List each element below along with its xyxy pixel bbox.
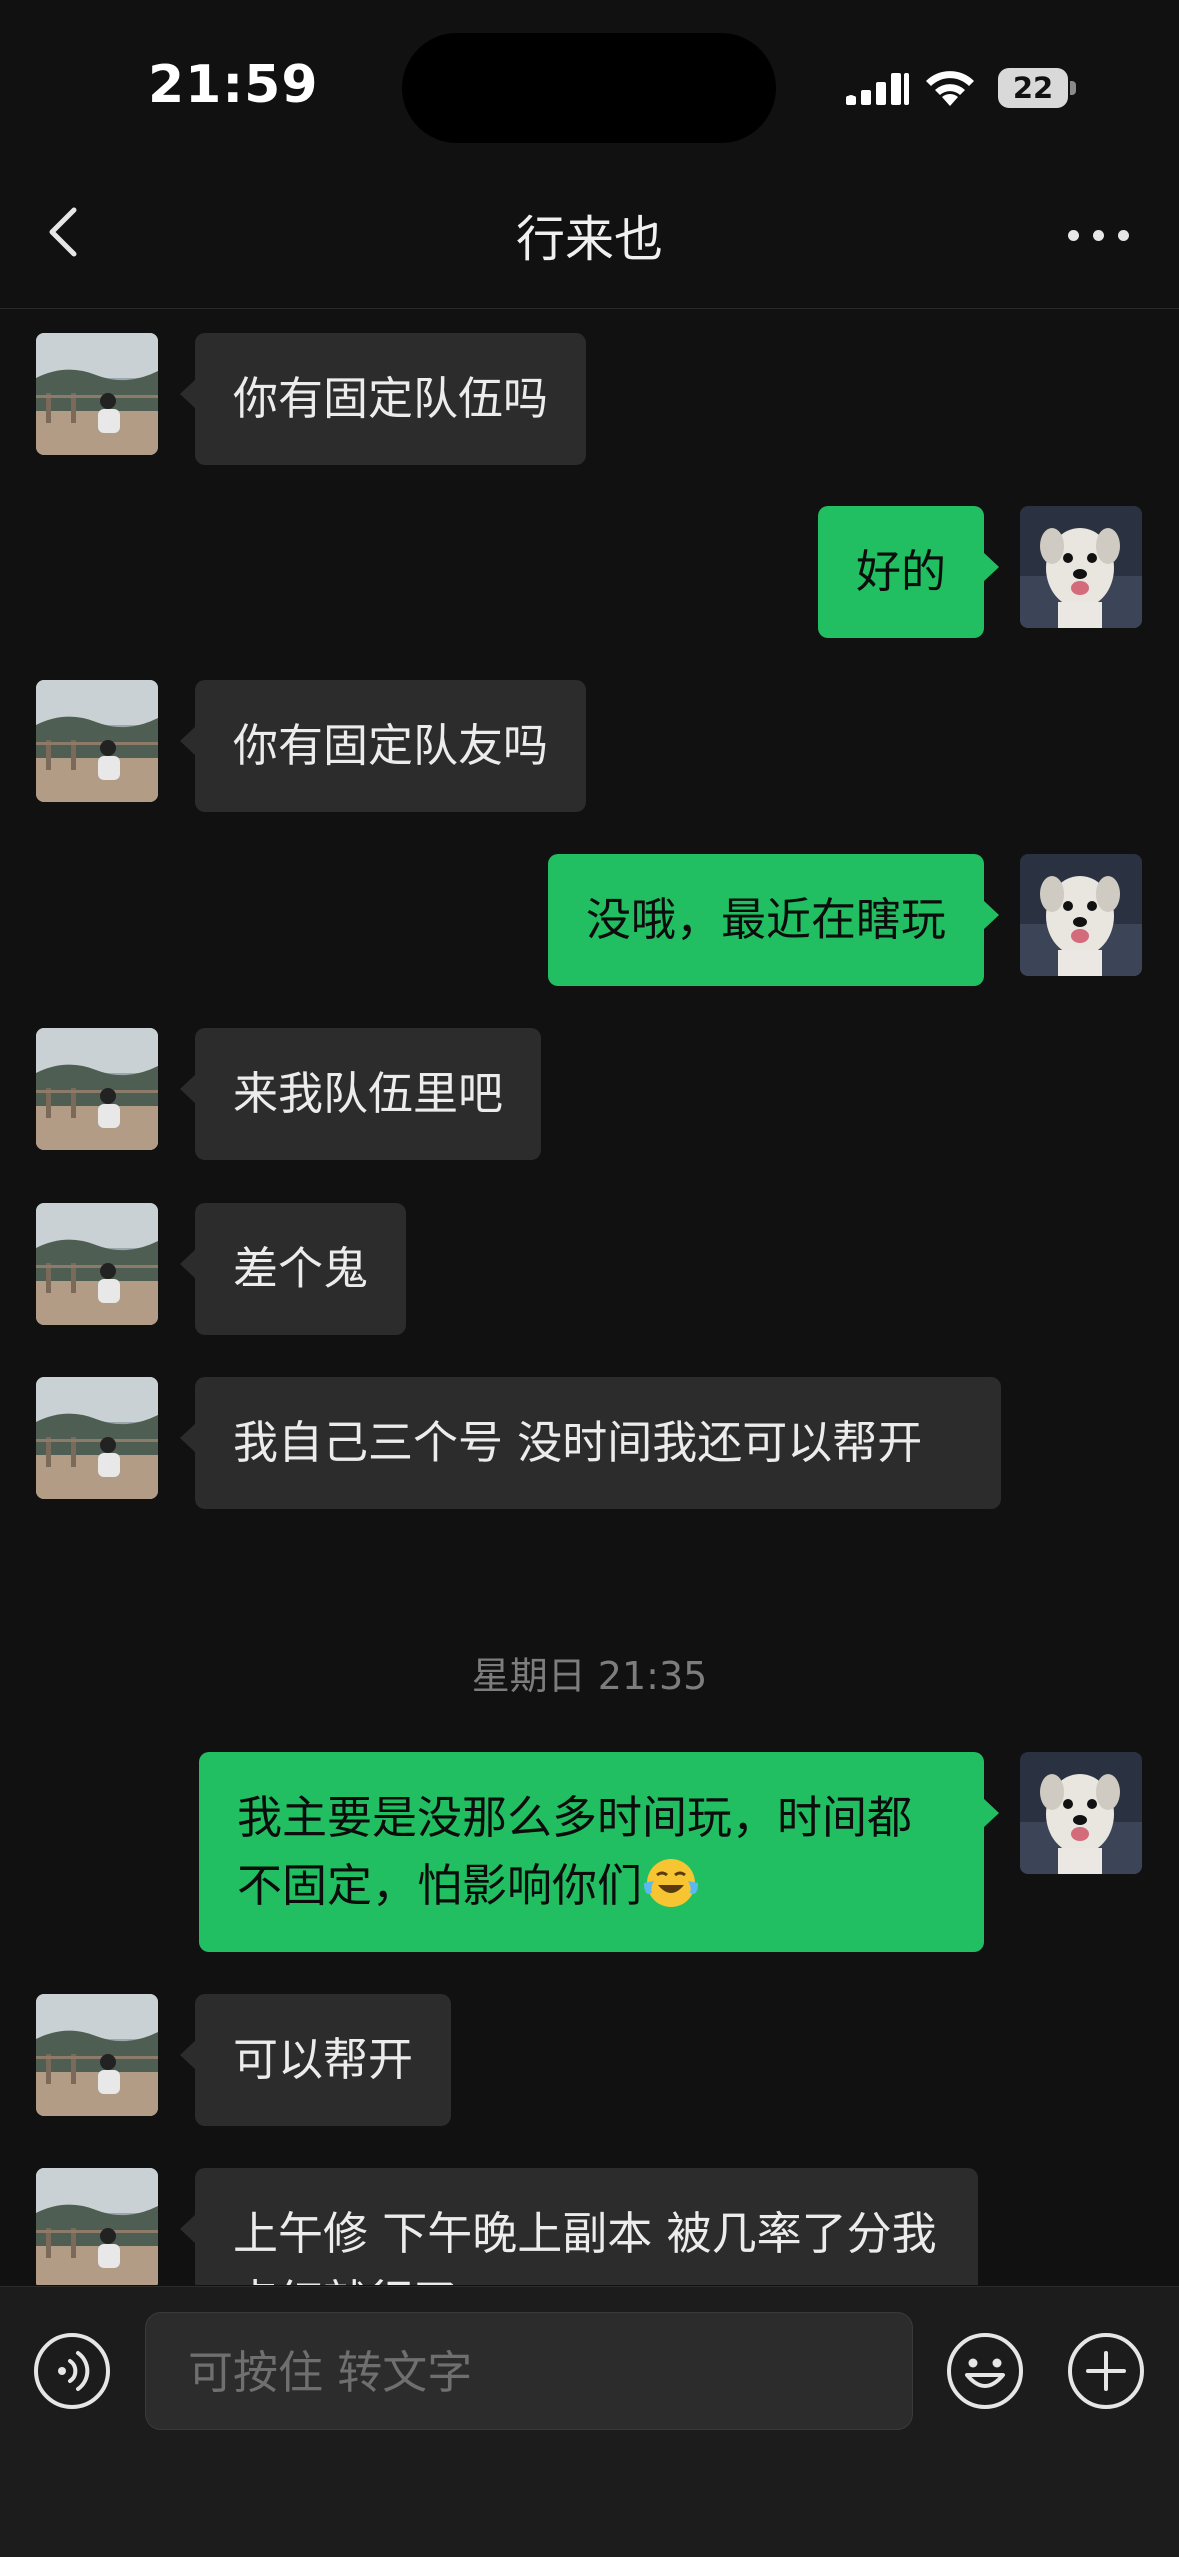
contact-avatar[interactable]	[36, 2168, 158, 2285]
timestamp-divider: 星期日 21:35	[471, 1654, 708, 1698]
message-text: 我主要是没那么多时间玩，时间都不固定，怕影响你们	[237, 1791, 913, 1912]
laughing-crying-emoji-icon	[644, 1859, 699, 1907]
message-bubble[interactable]: 好的	[817, 506, 1000, 638]
contact-avatar[interactable]	[36, 1994, 158, 2116]
message-bubble[interactable]: 上午修 下午晚上副本 被几率了分我点红就行了	[180, 2168, 978, 2285]
input-bar	[0, 2286, 1179, 2557]
message-bubble[interactable]: 来我队伍里吧	[179, 1028, 542, 1160]
contact-avatar[interactable]	[36, 1203, 158, 1325]
dynamic-island	[402, 33, 776, 143]
status-time: 21:59	[148, 55, 319, 115]
message-input-field[interactable]	[145, 2312, 913, 2431]
message-bubble[interactable]: 我自己三个号 没时间我还可以帮开	[180, 1377, 1001, 1509]
battery-nub	[1070, 81, 1076, 95]
emoji-icon[interactable]	[945, 2331, 1025, 2411]
chat-header: 行来也	[0, 170, 1179, 309]
wifi-icon	[926, 71, 974, 106]
contact-avatar[interactable]	[36, 333, 158, 455]
contact-avatar[interactable]	[36, 680, 158, 802]
message-bubble[interactable]: 我主要是没那么多时间玩，时间都不固定，怕影响你们	[199, 1752, 999, 1952]
message-input[interactable]	[186, 2313, 890, 2431]
message-bubble[interactable]: 可以帮开	[179, 1994, 452, 2126]
my-avatar[interactable]	[1020, 506, 1142, 628]
chat-title: 行来也	[515, 211, 663, 268]
message-bubble[interactable]: 你有固定队友吗	[179, 680, 587, 812]
message-list[interactable]: 你有固定队伍吗 好的 你有固定队友吗 没哦，最近在瞎玩 来我队伍里吧 差个鬼 我…	[0, 309, 1179, 2285]
cellular-signal-icon	[846, 73, 909, 105]
more-dot	[1093, 230, 1104, 241]
more-dot	[1068, 230, 1079, 241]
more-dot	[1118, 230, 1129, 241]
message-bubble[interactable]: 没哦，最近在瞎玩	[547, 854, 1000, 986]
battery-icon: 22	[998, 68, 1076, 108]
message-bubble[interactable]: 差个鬼	[179, 1203, 407, 1335]
contact-avatar[interactable]	[36, 1028, 158, 1150]
battery-level: 22	[1012, 71, 1054, 105]
contact-avatar[interactable]	[36, 1377, 158, 1499]
voice-input-icon[interactable]	[32, 2331, 112, 2411]
add-more-icon[interactable]	[1066, 2331, 1146, 2411]
my-avatar[interactable]	[1020, 854, 1142, 976]
message-bubble[interactable]: 你有固定队伍吗	[179, 333, 587, 465]
status-bar: 21:59 22	[0, 0, 1179, 170]
my-avatar[interactable]	[1020, 1752, 1142, 1874]
more-options-icon[interactable]	[1062, 220, 1134, 250]
